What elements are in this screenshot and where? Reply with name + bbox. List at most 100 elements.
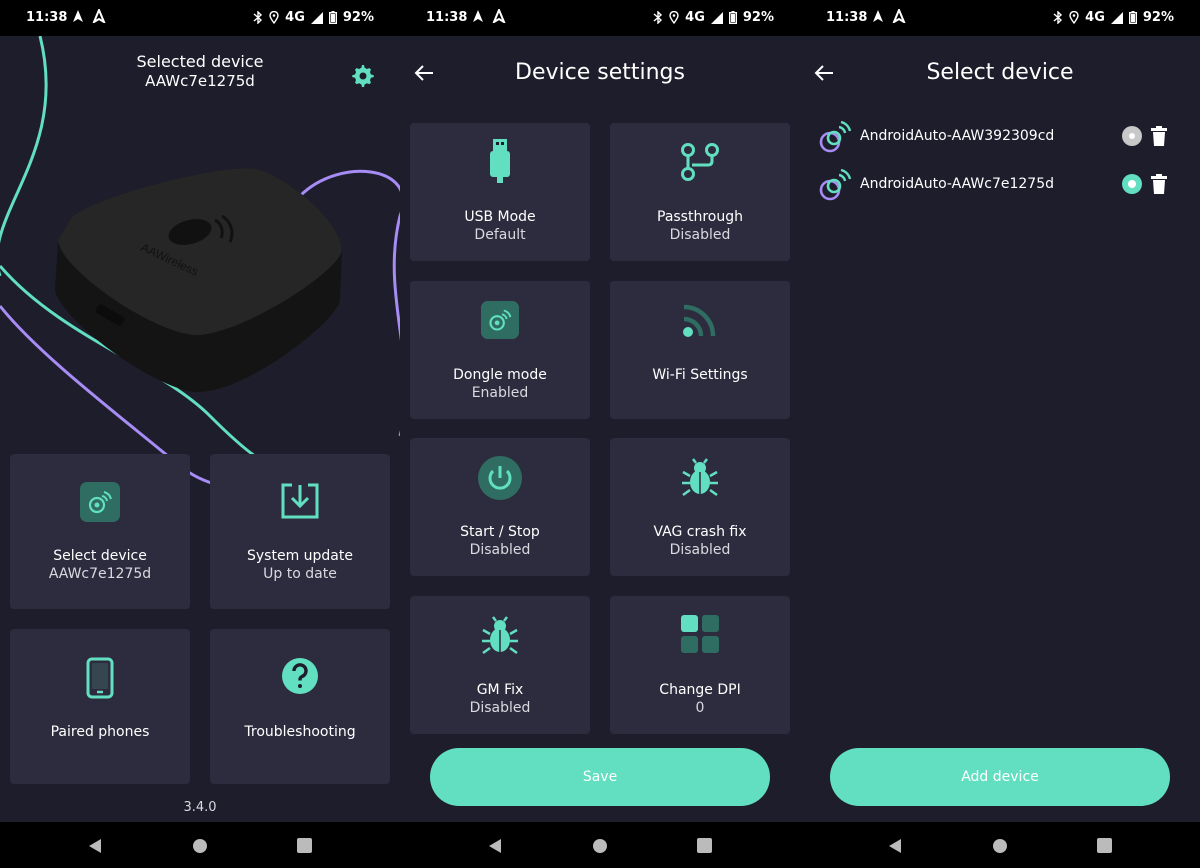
location-icon [1069,11,1079,24]
status-bar: 11:38 4G 92% [0,0,400,36]
troubleshooting-tile[interactable]: Troubleshooting [210,629,390,784]
network-type: 4G [1085,10,1105,25]
dongle-icon [481,301,519,339]
help-icon [282,658,318,694]
selected-device-id: AAWc7e1275d [145,72,255,90]
battery-icon [328,11,337,24]
gm-fix-title: GM Fix [476,682,524,698]
grid-icon [681,615,719,653]
gm-fix-value: Disabled [469,700,531,716]
status-bar: 11:38 4G 92% [400,0,800,36]
usb-icon [490,139,510,183]
nav-back-icon[interactable] [88,838,102,854]
location-icon [669,11,679,24]
device-list-item[interactable]: AndroidAuto-AAWc7e1275d [800,166,1200,202]
system-nav-bar [800,822,1200,868]
page-title: Select device [926,60,1074,85]
save-button[interactable]: Save [430,748,770,806]
navigation-icon [473,10,483,22]
start-stop-tile[interactable]: Start / Stop Disabled [410,438,590,576]
navigation-icon [873,10,883,22]
nav-recents-icon[interactable] [697,838,712,853]
passthrough-value: Disabled [669,227,731,243]
passthrough-tile[interactable]: Passthrough Disabled [610,123,790,261]
start-stop-value: Disabled [469,542,531,558]
dongle-mode-value: Enabled [471,385,529,401]
status-time: 11:38 [826,10,868,25]
network-type: 4G [685,10,705,25]
battery-level: 92% [742,10,774,25]
wifi-settings-title: Wi-Fi Settings [652,367,748,383]
nav-back-icon[interactable] [488,838,502,854]
add-device-button[interactable]: Add device [830,748,1170,806]
dongle-mode-tile[interactable]: Dongle mode Enabled [410,281,590,419]
change-dpi-value: 0 [695,700,705,716]
signal-icon [310,11,323,24]
vag-crash-fix-title: VAG crash fix [653,524,747,540]
system-update-title: System update [247,548,353,564]
select-device-subtitle: AAWc7e1275d [48,566,152,582]
nav-recents-icon[interactable] [297,838,312,853]
phone-icon [86,657,114,699]
bluetooth-icon [253,11,263,24]
status-time: 11:38 [426,10,468,25]
network-type: 4G [285,10,305,25]
battery-icon [1128,11,1137,24]
home-screen: 11:38 4G 92% Selected device AAWc7e1275d… [0,0,400,868]
troubleshooting-title: Troubleshooting [244,724,356,740]
status-time: 11:38 [26,10,68,25]
paired-phones-title: Paired phones [50,724,150,740]
navigation-outline-icon [492,9,506,23]
usb-mode-title: USB Mode [464,209,536,225]
location-icon [269,11,279,24]
passthrough-icon [681,143,719,181]
nav-back-icon[interactable] [888,838,902,854]
device-radio-selected[interactable] [1122,174,1142,194]
bluetooth-icon [653,11,663,24]
change-dpi-title: Change DPI [659,682,741,698]
battery-level: 92% [1142,10,1174,25]
bluetooth-icon [1053,11,1063,24]
wifi-icon [683,304,716,337]
passthrough-title: Passthrough [657,209,743,225]
wifi-settings-tile[interactable]: Wi-Fi Settings [610,281,790,419]
signal-icon [710,11,723,24]
delete-icon[interactable] [1151,126,1167,146]
power-icon [478,456,522,500]
dongle-device-image: AAWireless [55,168,342,393]
usb-mode-tile[interactable]: USB Mode Default [410,123,590,261]
select-device-tile[interactable]: Select device AAWc7e1275d [10,454,190,609]
gm-fix-tile[interactable]: GM Fix Disabled [410,596,590,734]
nav-home-icon[interactable] [192,838,208,854]
paired-phones-tile[interactable]: Paired phones [10,629,190,784]
usb-mode-value: Default [474,227,526,243]
vag-crash-fix-tile[interactable]: VAG crash fix Disabled [610,438,790,576]
nav-recents-icon[interactable] [1097,838,1112,853]
device-name: AndroidAuto-AAW392309cd [860,128,1055,144]
system-nav-bar [0,822,400,868]
battery-icon [728,11,737,24]
dongle-mode-title: Dongle mode [453,367,547,383]
select-device-screen: 11:38 4G 92% Select device AndroidAuto-A… [800,0,1200,868]
device-icon [819,120,852,153]
system-update-subtitle: Up to date [263,566,337,582]
app-version: 3.4.0 [183,800,217,815]
battery-level: 92% [342,10,374,25]
nav-home-icon[interactable] [592,838,608,854]
device-settings-screen: 11:38 4G 92% Device settings USB Mode De… [400,0,800,868]
signal-icon [1110,11,1123,24]
page-title: Device settings [515,60,685,85]
system-nav-bar [400,822,800,868]
delete-icon[interactable] [1151,174,1167,194]
start-stop-title: Start / Stop [460,524,540,540]
device-radio-unselected[interactable] [1122,126,1142,146]
system-update-tile[interactable]: System update Up to date [210,454,390,609]
vag-crash-fix-value: Disabled [669,542,731,558]
nav-home-icon[interactable] [992,838,1008,854]
settings-gear-icon[interactable] [350,63,374,87]
download-icon [281,483,319,519]
bug-icon [482,616,518,655]
device-list-item[interactable]: AndroidAuto-AAW392309cd [800,118,1200,154]
dongle-icon [80,482,120,522]
change-dpi-tile[interactable]: Change DPI 0 [610,596,790,734]
